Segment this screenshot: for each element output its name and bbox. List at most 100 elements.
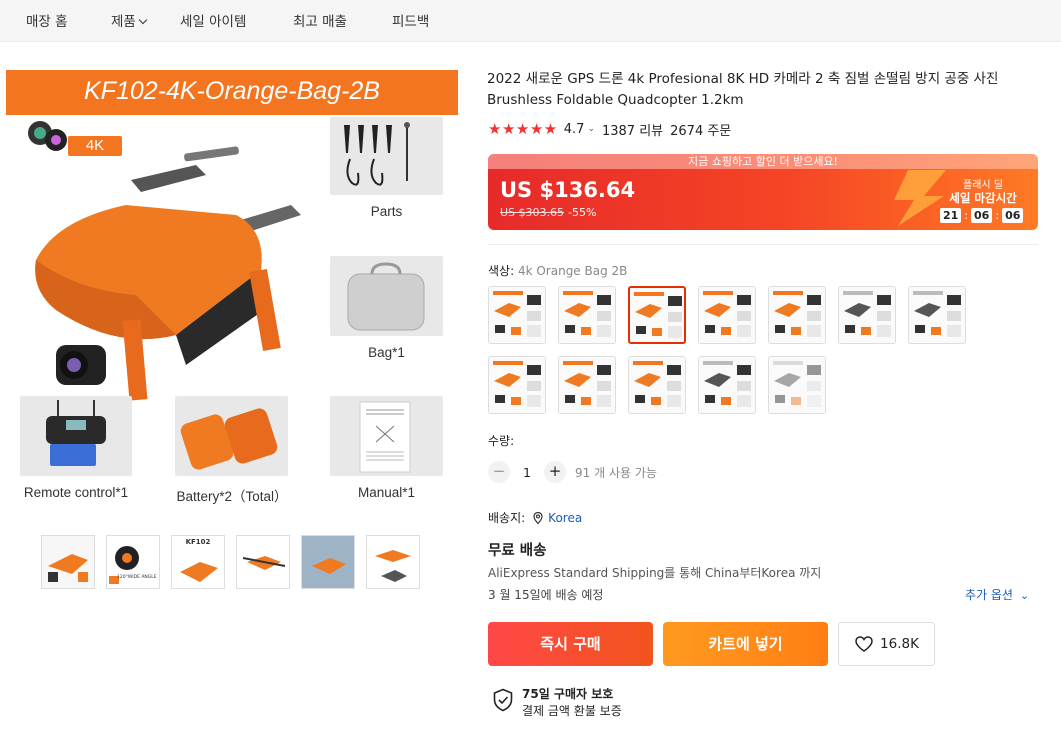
remote-image xyxy=(20,396,132,476)
propeller-icon xyxy=(344,122,410,186)
manual-label: Manual*1 xyxy=(357,485,416,500)
color-swatch-8[interactable] xyxy=(488,356,546,414)
color-swatch-7[interactable] xyxy=(908,286,966,344)
thumbnail-2-image xyxy=(107,536,159,588)
color-swatch-image xyxy=(563,361,611,407)
thumbnail-1[interactable] xyxy=(41,535,95,589)
discount-percent: -55% xyxy=(568,206,597,219)
wishlist-button[interactable]: 16.8K xyxy=(838,622,935,666)
original-price-row: US $303.65 -55% xyxy=(500,206,596,219)
location-pin-icon xyxy=(533,511,543,524)
countdown-minutes: 06 xyxy=(971,208,993,223)
free-shipping-title: 무료 배송 xyxy=(488,543,547,559)
parts-label: Parts xyxy=(370,204,403,219)
nav-products[interactable]: 제품 xyxy=(111,10,148,30)
color-swatch-image xyxy=(773,361,821,407)
nav-best-sellers[interactable]: 최고 매출 xyxy=(293,10,347,30)
more-shipping-options[interactable]: 추가 옵션 ⌄ xyxy=(965,586,1029,603)
color-swatch-image xyxy=(493,291,541,337)
thumbnail-3-caption: KF102 xyxy=(185,538,211,546)
orders-count: 2674 주문 xyxy=(670,123,732,139)
stock-available: 91 개 사용 가능 xyxy=(575,465,657,480)
thumbnail-2[interactable]: 120°WIDE ANGLE xyxy=(106,535,160,589)
4k-badge-text: 4K xyxy=(85,137,105,154)
price-banner: 지금 쇼핑하고 할인 더 받으세요! US $136.64 US $303.65… xyxy=(488,154,1038,230)
color-swatch-10[interactable] xyxy=(628,356,686,414)
color-swatch-1[interactable] xyxy=(488,286,546,344)
rating-row: ★★★★★ 4.7 ⌄ 1387 리뷰 2674 주문 xyxy=(488,120,732,139)
delivery-estimate: 3 월 15일에 배송 예정 xyxy=(488,588,604,602)
nav-store-home[interactable]: 매장 홈 xyxy=(26,10,68,30)
color-swatch-image xyxy=(773,291,821,337)
ship-to-location[interactable]: Korea xyxy=(548,511,582,525)
buyer-protection-title: 75일 구매자 보호 xyxy=(522,687,614,701)
quantity-stepper: − 1 + 91 개 사용 가능 xyxy=(488,461,657,483)
color-swatch-image xyxy=(703,361,751,407)
nav-feedback[interactable]: 피드백 xyxy=(392,10,429,30)
shipping-method: AliExpress Standard Shipping를 통해 China부터… xyxy=(488,566,822,580)
store-nav: 매장 홈 제품 세일 아이템 최고 매출 피드백 xyxy=(0,0,1061,42)
thumbnail-5-image xyxy=(302,536,354,588)
remote-control-icon xyxy=(46,400,106,466)
star-rating-icon: ★★★★★ xyxy=(488,120,558,138)
divider xyxy=(488,244,1038,245)
more-shipping-options-label: 추가 옵션 xyxy=(965,588,1013,602)
main-product-image[interactable]: KF102-4K-Orange-Bag-2B 4K Parts Bag*1 Re… xyxy=(6,70,458,510)
color-swatch-image xyxy=(493,361,541,407)
chevron-down-icon: ⌄ xyxy=(1019,589,1030,602)
parts-image xyxy=(330,117,443,195)
nav-products-label: 제품 xyxy=(111,14,136,30)
thumbnail-6[interactable] xyxy=(366,535,420,589)
remote-label: Remote control*1 xyxy=(23,485,129,500)
quantity-increase-button[interactable]: + xyxy=(544,461,566,483)
color-swatch-image xyxy=(843,291,891,337)
buyer-protection-subtitle: 결제 금액 환불 보증 xyxy=(522,704,622,718)
color-swatch-11[interactable] xyxy=(698,356,756,414)
thumbnail-1-image xyxy=(48,554,88,582)
reviews-link[interactable]: 1387 리뷰 xyxy=(602,120,663,139)
quantity-input[interactable]: 1 xyxy=(510,465,544,480)
color-label: 색상: 4k Orange Bag 2B xyxy=(488,262,627,279)
quantity-label: 수량: xyxy=(488,434,515,448)
color-swatch-3[interactable] xyxy=(628,286,686,344)
thumbnail-2-caption: 120°WIDE ANGLE xyxy=(117,575,157,580)
chevron-down-icon[interactable]: ⌄ xyxy=(587,124,595,134)
thumbnail-5[interactable] xyxy=(301,535,355,589)
image-banner-text: KF102-4K-Orange-Bag-2B xyxy=(84,77,380,105)
bag-image xyxy=(330,256,443,336)
color-swatch-6[interactable] xyxy=(838,286,896,344)
promo-message: 지금 쇼핑하고 할인 더 받으세요! xyxy=(488,154,1038,169)
product-title: 2022 새로운 GPS 드론 4k Profesional 8K HD 카메라… xyxy=(487,71,999,108)
color-swatch-4[interactable] xyxy=(698,286,756,344)
ship-to-label: 배송지: xyxy=(488,511,526,525)
thumbnail-4[interactable] xyxy=(236,535,290,589)
thumbnail-3[interactable]: KF102 xyxy=(171,535,225,589)
color-swatch-image xyxy=(634,292,682,338)
battery-label: Battery*2（Total） xyxy=(176,489,288,504)
bag-label: Bag*1 xyxy=(368,345,405,360)
image-banner: KF102-4K-Orange-Bag-2B xyxy=(6,70,458,115)
buy-now-button[interactable]: 즉시 구매 xyxy=(488,622,653,666)
wishlist-count: 16.8K xyxy=(880,636,919,652)
color-swatch-image xyxy=(913,291,961,337)
quantity-decrease-button[interactable]: − xyxy=(488,461,510,483)
color-swatch-9[interactable] xyxy=(558,356,616,414)
add-to-cart-button[interactable]: 카트에 넣기 xyxy=(663,622,828,666)
bag-icon xyxy=(347,262,425,331)
color-swatch-12[interactable] xyxy=(768,356,826,414)
nav-sale-items[interactable]: 세일 아이템 xyxy=(180,10,246,30)
shield-check-icon xyxy=(493,688,513,712)
selected-color: 4k Orange Bag 2B xyxy=(517,264,628,278)
countdown-hours: 21 xyxy=(940,208,962,223)
color-swatch-2[interactable] xyxy=(558,286,616,344)
chevron-down-icon xyxy=(138,15,148,25)
thumbnail-6-image xyxy=(367,536,419,588)
color-swatch-5[interactable] xyxy=(768,286,826,344)
thumbnail-4-image xyxy=(237,536,289,588)
battery-image xyxy=(175,396,288,476)
rating-value[interactable]: 4.7 xyxy=(564,122,585,137)
flash-deal-label: 플래시 딜 xyxy=(963,180,1003,191)
color-swatch-image xyxy=(703,291,751,337)
sale-price: US $136.64 xyxy=(500,178,636,202)
heart-icon xyxy=(855,636,873,652)
